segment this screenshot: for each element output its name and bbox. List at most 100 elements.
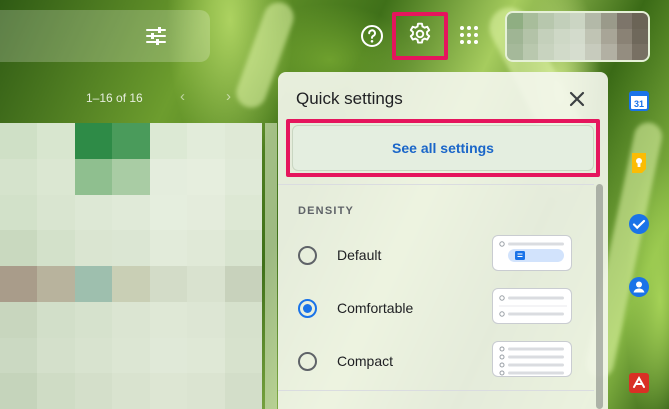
pixel-block: [554, 13, 570, 29]
pixel-block: [224, 337, 262, 374]
quick-settings-panel: Quick settings See all settings DENSITY …: [278, 72, 608, 409]
pixel-block: [538, 28, 554, 45]
apps-grid-icon[interactable]: [458, 24, 480, 46]
pixel-block: [569, 28, 586, 45]
divider: [278, 184, 594, 185]
pixel-block: [522, 28, 539, 45]
contacts-icon[interactable]: [628, 276, 650, 298]
pixel-block: [0, 158, 38, 195]
pixel-block: [224, 266, 262, 302]
pixel-block: [37, 123, 75, 159]
pixel-block: [507, 13, 523, 29]
pixel-block: [187, 301, 225, 338]
pixel-block: [112, 158, 150, 195]
settings-highlight-box: [392, 12, 448, 60]
pixel-block: [224, 301, 262, 338]
keep-icon[interactable]: [628, 152, 650, 174]
pixel-block: [149, 194, 188, 231]
pixel-block: [0, 123, 38, 159]
pixel-block: [74, 301, 113, 338]
pixel-block: [632, 13, 648, 29]
help-circle-icon[interactable]: [360, 24, 384, 48]
radio-button[interactable]: [298, 352, 317, 371]
gear-icon[interactable]: [407, 21, 433, 52]
pixel-block: [112, 194, 150, 231]
pixel-block: [112, 230, 150, 266]
pixel-block: [616, 13, 633, 29]
tasks-icon[interactable]: [628, 213, 650, 235]
pixel-block: [74, 337, 113, 374]
pixel-block: [538, 44, 554, 60]
pagination-text: 1–16 of 16: [86, 91, 143, 105]
pixel-block: [37, 373, 75, 409]
pixel-block: [187, 337, 225, 374]
pixel-block: [187, 266, 225, 302]
panel-scrollbar[interactable]: [596, 184, 603, 409]
pixel-block: [0, 373, 38, 409]
pixel-block: [37, 301, 75, 338]
density-option-default[interactable]: Default: [298, 235, 588, 275]
radio-button-checked[interactable]: [298, 299, 317, 318]
density-option-compact[interactable]: Compact: [298, 341, 588, 381]
see-all-settings-button[interactable]: See all settings: [292, 125, 594, 171]
pixel-block: [187, 373, 225, 409]
option-label: Compact: [337, 353, 394, 369]
pixel-block: [187, 123, 225, 159]
pixel-block: [224, 158, 262, 195]
density-preview-comfortable: [492, 288, 572, 324]
pixel-block: [0, 194, 38, 231]
density-option-comfortable[interactable]: Comfortable: [298, 288, 588, 328]
pixel-block: [112, 337, 150, 374]
close-icon[interactable]: [568, 90, 586, 108]
density-heading: DENSITY: [298, 205, 355, 217]
pixel-block: [74, 373, 113, 409]
panel-title: Quick settings: [296, 89, 403, 108]
pixel-block: [74, 123, 113, 159]
option-label: Comfortable: [337, 300, 414, 316]
pixel-block: [149, 230, 188, 266]
pixel-block: [632, 28, 648, 45]
pixel-block: [149, 266, 188, 302]
pixel-block: [112, 123, 150, 159]
pixel-block: [616, 44, 633, 60]
calendar-icon[interactable]: 31: [628, 90, 650, 112]
pixel-block: [601, 28, 617, 45]
account-switcher-pixelated[interactable]: [505, 11, 650, 62]
pixel-block: [554, 28, 570, 45]
pixel-block: [585, 13, 601, 29]
pixel-block: [0, 230, 38, 266]
pixel-block: [149, 158, 188, 195]
pixel-block: [507, 44, 523, 60]
pixel-block: [0, 337, 38, 374]
tune-icon[interactable]: [144, 24, 168, 48]
pixel-block: [0, 301, 38, 338]
app-extension-icon[interactable]: [628, 372, 650, 394]
pixel-block: [224, 194, 262, 231]
pixel-block: [37, 158, 75, 195]
pixel-block: [507, 28, 523, 45]
pixel-block: [585, 28, 601, 45]
pixel-block: [522, 44, 539, 60]
pixel-block: [149, 337, 188, 374]
pixel-block: [112, 301, 150, 338]
pixel-block: [37, 266, 75, 302]
chevron-left-icon[interactable]: ‹: [180, 88, 185, 105]
radio-button[interactable]: [298, 246, 317, 265]
pixel-block: [569, 44, 586, 60]
svg-text:31: 31: [634, 99, 644, 109]
pixel-block: [112, 373, 150, 409]
pixel-block: [37, 337, 75, 374]
pixel-block: [187, 230, 225, 266]
pixel-block: [187, 158, 225, 195]
density-preview-default: [492, 235, 572, 271]
pixel-block: [224, 230, 262, 266]
pixel-block: [149, 301, 188, 338]
search-bar[interactable]: [0, 10, 210, 62]
density-preview-compact: [492, 341, 572, 377]
pixel-block: [74, 158, 113, 195]
pixel-block: [37, 194, 75, 231]
chevron-right-icon[interactable]: ›: [226, 88, 231, 105]
pixel-block: [632, 44, 648, 60]
pixel-block: [538, 13, 554, 29]
option-label: Default: [337, 247, 382, 263]
